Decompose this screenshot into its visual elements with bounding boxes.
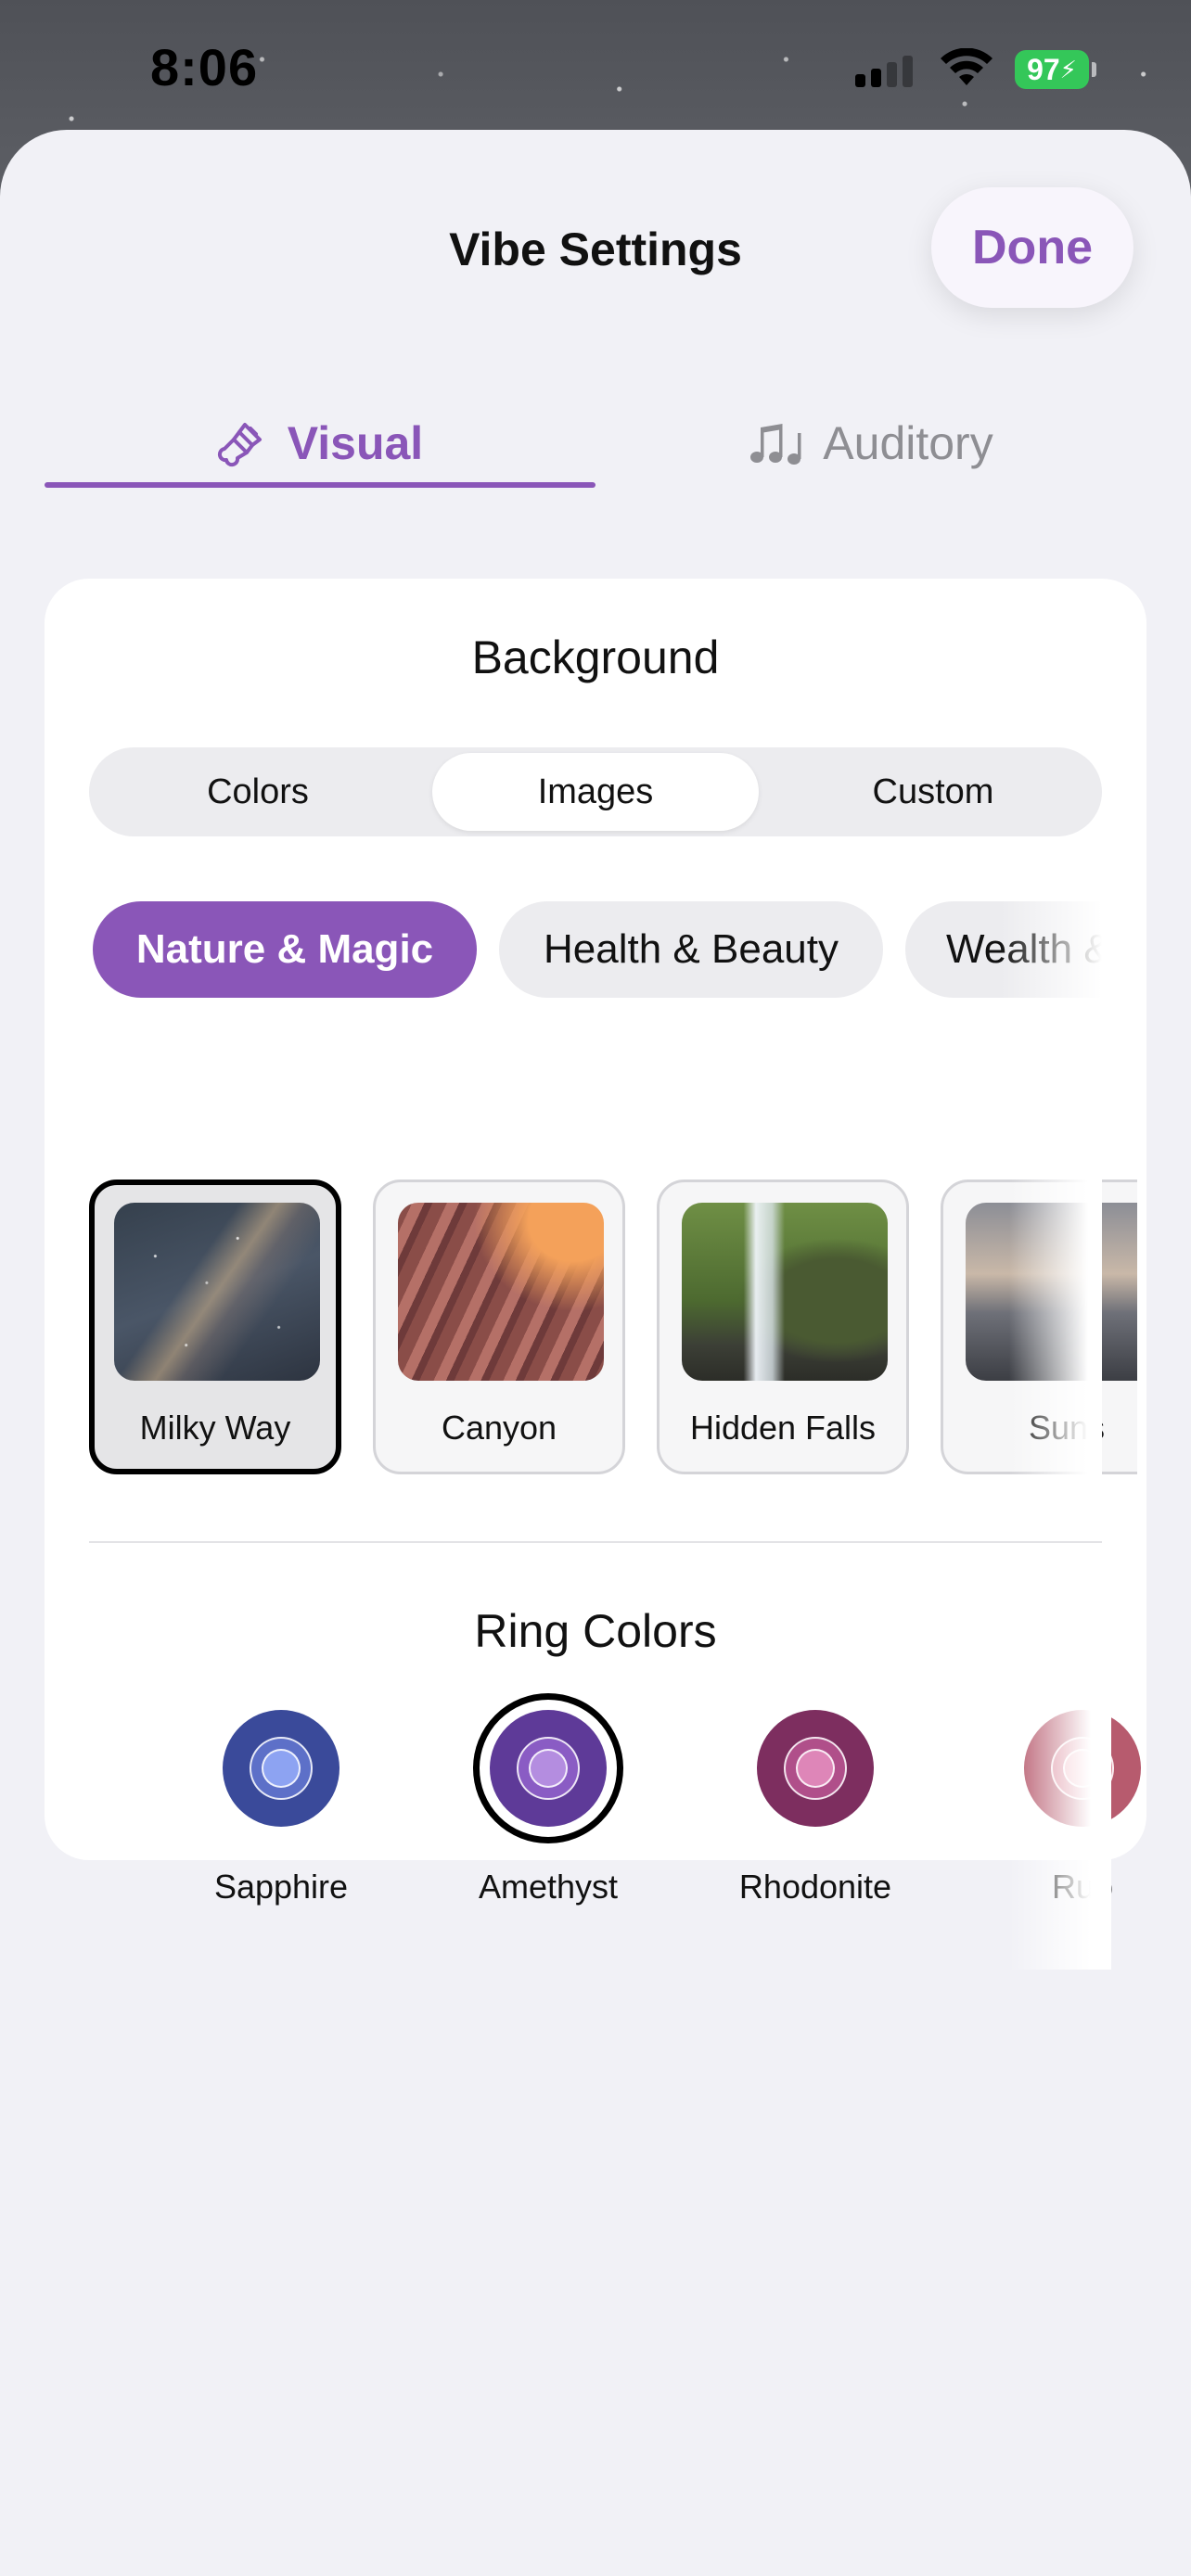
ring-color-list: Sapphire Amethyst Rhodonite bbox=[45, 1693, 1141, 1932]
images-fade bbox=[1009, 1180, 1102, 1532]
wifi-icon bbox=[941, 48, 992, 85]
ring-swatch bbox=[490, 1710, 607, 1827]
ring-label: Rhodonite bbox=[738, 1868, 892, 1906]
battery-icon: 97 ⚡ bbox=[1015, 50, 1096, 89]
image-option-label: Canyon bbox=[441, 1409, 557, 1447]
image-option-hidden-falls[interactable]: Hidden Falls bbox=[657, 1180, 909, 1474]
ring-label: Amethyst bbox=[478, 1868, 619, 1906]
tab-auditory-label: Auditory bbox=[823, 417, 993, 469]
status-bar: 8:06 97 ⚡ bbox=[0, 0, 1191, 130]
tab-auditory[interactable]: Auditory bbox=[596, 399, 1146, 488]
ring-option-rhodonite[interactable]: Rhodonite bbox=[727, 1710, 903, 1932]
tab-visual[interactable]: Visual bbox=[45, 399, 596, 488]
background-type-segmented-control: Colors Images Custom bbox=[89, 747, 1102, 836]
music-notes-icon bbox=[750, 424, 801, 465]
ring-option-sapphire[interactable]: Sapphire bbox=[193, 1710, 369, 1932]
cellular-signal-icon bbox=[855, 56, 913, 87]
image-option-label: Milky Way bbox=[139, 1409, 291, 1447]
hidden-falls-thumbnail bbox=[682, 1203, 888, 1381]
settings-sheet: Vibe Settings Done Visual Auditory Backg… bbox=[0, 130, 1191, 2576]
ring-core bbox=[262, 1749, 301, 1788]
battery-level: 97 bbox=[1027, 52, 1060, 86]
canyon-thumbnail bbox=[398, 1203, 604, 1381]
ring-swatch bbox=[223, 1710, 339, 1827]
image-option-label: Hidden Falls bbox=[689, 1409, 877, 1447]
chip-nature-magic[interactable]: Nature & Magic bbox=[93, 901, 477, 998]
segment-custom[interactable]: Custom bbox=[770, 753, 1096, 831]
ring-option-amethyst[interactable]: Amethyst bbox=[460, 1693, 636, 1932]
ring-core bbox=[529, 1749, 568, 1788]
image-option-milky-way[interactable]: Milky Way bbox=[89, 1180, 341, 1474]
image-option-canyon[interactable]: Canyon bbox=[373, 1180, 625, 1474]
paintbrush-icon bbox=[217, 423, 262, 467]
active-tab-indicator bbox=[45, 482, 596, 488]
segment-images[interactable]: Images bbox=[432, 753, 759, 831]
chips-fade bbox=[1000, 901, 1102, 1000]
ring-label: Sapphire bbox=[213, 1868, 349, 1906]
background-image-list: Milky Way Canyon Hidden Falls Suns bbox=[89, 1180, 1137, 1532]
segment-colors[interactable]: Colors bbox=[95, 753, 421, 831]
ring-swatch bbox=[757, 1710, 874, 1827]
background-section-title: Background bbox=[471, 631, 720, 683]
ring-colors-section-title: Ring Colors bbox=[474, 1605, 717, 1657]
tab-visual-label: Visual bbox=[287, 417, 424, 469]
rings-fade bbox=[1009, 1691, 1111, 1970]
category-chips: Nature & Magic Health & Beauty Wealth & bbox=[89, 901, 1102, 1000]
chip-health-beauty[interactable]: Health & Beauty bbox=[499, 901, 883, 998]
done-button[interactable]: Done bbox=[931, 187, 1133, 308]
status-time: 8:06 bbox=[150, 38, 259, 96]
section-divider bbox=[89, 1541, 1102, 1543]
settings-card: Background Colors Images Custom Nature &… bbox=[45, 579, 1146, 1970]
main-tabs: Visual Auditory bbox=[45, 399, 1146, 491]
milky-way-thumbnail bbox=[114, 1203, 320, 1381]
ring-core bbox=[796, 1749, 835, 1788]
